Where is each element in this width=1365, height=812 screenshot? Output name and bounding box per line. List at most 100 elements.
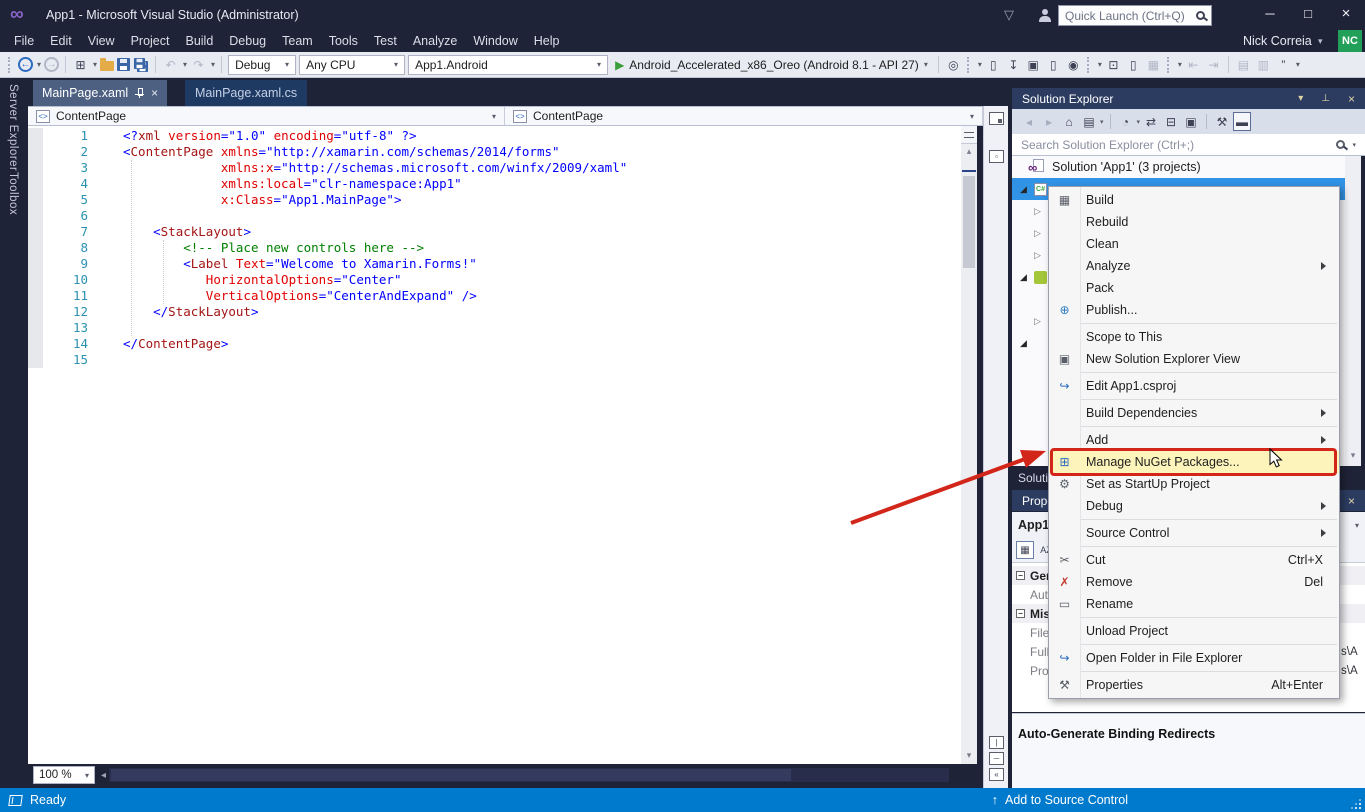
scroll-down-icon[interactable]: ▾ <box>1345 450 1361 461</box>
overflow-caret-icon[interactable]: ▾ <box>978 60 982 69</box>
menu-item-edit-app1-csproj[interactable]: ↪Edit App1.csproj <box>1049 375 1339 397</box>
maximize-button[interactable]: □ <box>1289 0 1327 28</box>
menu-item-pack[interactable]: Pack <box>1049 277 1339 299</box>
save-all-icon[interactable] <box>133 57 149 73</box>
menu-item-unload-project[interactable]: Unload Project <box>1049 620 1339 642</box>
sidebar-tab-toolbox[interactable]: Toolbox <box>7 172 19 215</box>
menu-item-open-folder-in-file-explorer[interactable]: ↪Open Folder in File Explorer <box>1049 647 1339 669</box>
expander-closed-icon[interactable]: ▷ <box>1034 206 1048 217</box>
pin-icon[interactable] <box>135 88 144 98</box>
menu-item-scope-to-this[interactable]: Scope to This <box>1049 326 1339 348</box>
menu-item-publish[interactable]: ⊕Publish... <box>1049 299 1339 321</box>
feedback-person-icon[interactable] <box>1038 9 1052 22</box>
apk-install-icon[interactable]: ↧ <box>1005 56 1022 74</box>
avatar[interactable]: NC <box>1338 30 1362 52</box>
breadcrumb-element-dropdown[interactable]: <> ContentPage ▾ <box>28 107 505 125</box>
toolbar-grip[interactable] <box>8 57 13 73</box>
editor-vertical-scrollbar[interactable]: ▴ ▾ <box>961 126 977 764</box>
expander-open-icon[interactable]: ◢ <box>1020 272 1034 283</box>
android-sdk-manager-icon[interactable]: ◉ <box>1065 56 1082 74</box>
chevron-down-icon[interactable]: ▾ <box>1100 118 1104 126</box>
platform-combo[interactable]: Any CPU▾ <box>299 55 405 75</box>
close-icon[interactable]: × <box>1348 494 1355 508</box>
indicator-margin[interactable] <box>28 336 43 352</box>
scroll-left-icon[interactable]: ◂ <box>101 770 106 781</box>
scrollbar-thumb[interactable] <box>111 769 791 781</box>
menu-item-remove[interactable]: ✗RemoveDel <box>1049 571 1339 593</box>
menu-item-clean[interactable]: Clean <box>1049 233 1339 255</box>
new-project-icon[interactable]: ⊞ <box>72 56 89 74</box>
open-file-icon[interactable] <box>100 61 114 71</box>
code-line[interactable]: 2<ContentPage xmlns="http://xamarin.com/… <box>28 144 961 160</box>
menu-item-add[interactable]: Add <box>1049 429 1339 451</box>
menu-item-debug[interactable]: Debug <box>1049 495 1339 517</box>
toggle-quotes-icon[interactable]: ” <box>1275 56 1292 74</box>
chevron-down-icon[interactable]: ▾ <box>1352 141 1356 149</box>
menu-file[interactable]: File <box>6 30 42 52</box>
indicator-margin[interactable] <box>28 160 43 176</box>
code-editor[interactable]: 1<?xml version="1.0" encoding="utf-8" ?>… <box>28 126 961 764</box>
startup-project-combo[interactable]: App1.Android▾ <box>408 55 608 75</box>
properties-icon[interactable]: ⚒ <box>1213 112 1231 131</box>
close-button[interactable]: × <box>1327 0 1365 28</box>
menu-analyze[interactable]: Analyze <box>405 30 465 52</box>
code-line[interactable]: 13 <box>28 320 961 336</box>
tree-scrollbar[interactable]: ▾ <box>1345 156 1361 466</box>
expander-closed-icon[interactable]: ▷ <box>1034 250 1048 261</box>
editor-zoom-dropdown[interactable]: 100 % ▾ <box>33 766 95 784</box>
expander-open-icon[interactable]: ◢ <box>1020 338 1034 349</box>
code-line[interactable]: 3 xmlns:x="http://schemas.microsoft.com/… <box>28 160 961 176</box>
run-button[interactable]: ▶Android_Accelerated_x86_Oreo (Android 8… <box>611 55 932 75</box>
indicator-margin[interactable] <box>28 288 43 304</box>
split-vertical-icon[interactable]: | <box>989 736 1004 749</box>
code-line[interactable]: 6 <box>28 208 961 224</box>
code-line[interactable]: 12 </StackLayout> <box>28 304 961 320</box>
editor-split-handle[interactable] <box>961 126 977 144</box>
save-icon[interactable] <box>117 58 130 71</box>
emulator-window-icon[interactable]: ▯ <box>1125 56 1142 74</box>
code-line[interactable]: 7 <StackLayout> <box>28 224 961 240</box>
adb-console-icon[interactable]: ▣ <box>1025 56 1042 74</box>
menu-debug[interactable]: Debug <box>221 30 274 52</box>
show-all-files-icon[interactable]: ▬ <box>1233 112 1251 131</box>
collapse-box-icon[interactable]: − <box>1016 609 1025 618</box>
close-icon[interactable]: × <box>1348 92 1355 106</box>
indicator-margin[interactable] <box>28 208 43 224</box>
device-window-icon[interactable]: ⊡ <box>1105 56 1122 74</box>
menu-tools[interactable]: Tools <box>321 30 366 52</box>
android-device-run-icon[interactable]: ▯ <box>985 56 1002 74</box>
menu-project[interactable]: Project <box>123 30 178 52</box>
indicator-margin[interactable] <box>28 352 43 368</box>
tree-row-solution-app1-3-projects[interactable]: ∞Solution 'App1' (3 projects) <box>1012 156 1345 178</box>
menu-item-properties[interactable]: ⚒PropertiesAlt+Enter <box>1049 674 1339 696</box>
code-line[interactable]: 9 <Label Text="Welcome to Xamarin.Forms!… <box>28 256 961 272</box>
solution-explorer-search[interactable]: Search Solution Explorer (Ctrl+;) ▾ <box>1012 134 1365 156</box>
quick-launch-box[interactable]: Quick Launch (Ctrl+Q) <box>1058 5 1212 26</box>
chevron-down-icon[interactable]: ▾ <box>183 60 187 69</box>
menu-window[interactable]: Window <box>465 30 525 52</box>
home-icon[interactable]: ⌂ <box>1060 112 1078 131</box>
navigate-back-icon[interactable]: ← <box>18 57 33 72</box>
indicator-margin[interactable] <box>28 256 43 272</box>
indicator-margin[interactable] <box>28 320 43 336</box>
indicator-margin[interactable] <box>28 240 43 256</box>
categorized-view-button[interactable]: ▦ <box>1016 541 1034 559</box>
code-line[interactable]: 8 <!-- Place new controls here --> <box>28 240 961 256</box>
structure-visualizer-icon[interactable] <box>989 112 1004 125</box>
toolbar-grip[interactable] <box>1087 57 1092 73</box>
document-tab-mainpage-xaml[interactable]: MainPage.xaml × <box>33 80 167 106</box>
overflow-caret-icon[interactable]: ▾ <box>1296 60 1300 69</box>
code-line[interactable]: 1<?xml version="1.0" encoding="utf-8" ?> <box>28 128 961 144</box>
expander-closed-icon[interactable]: ▷ <box>1034 316 1048 327</box>
indicator-margin[interactable] <box>28 192 43 208</box>
menu-item-build[interactable]: ▦Build <box>1049 189 1339 211</box>
code-line[interactable]: 10 HorizontalOptions="Center" <box>28 272 961 288</box>
indicator-margin[interactable] <box>28 144 43 160</box>
menu-item-manage-nuget-packages[interactable]: ⊞Manage NuGet Packages... <box>1049 451 1339 473</box>
menu-item-rebuild[interactable]: Rebuild <box>1049 211 1339 233</box>
menu-item-cut[interactable]: ✂CutCtrl+X <box>1049 549 1339 571</box>
collapse-all-icon[interactable]: ⊟ <box>1162 112 1180 131</box>
device-log-icon[interactable]: ▯ <box>1045 56 1062 74</box>
menu-item-analyze[interactable]: Analyze <box>1049 255 1339 277</box>
filter-icon[interactable]: ▽ <box>1004 7 1014 23</box>
